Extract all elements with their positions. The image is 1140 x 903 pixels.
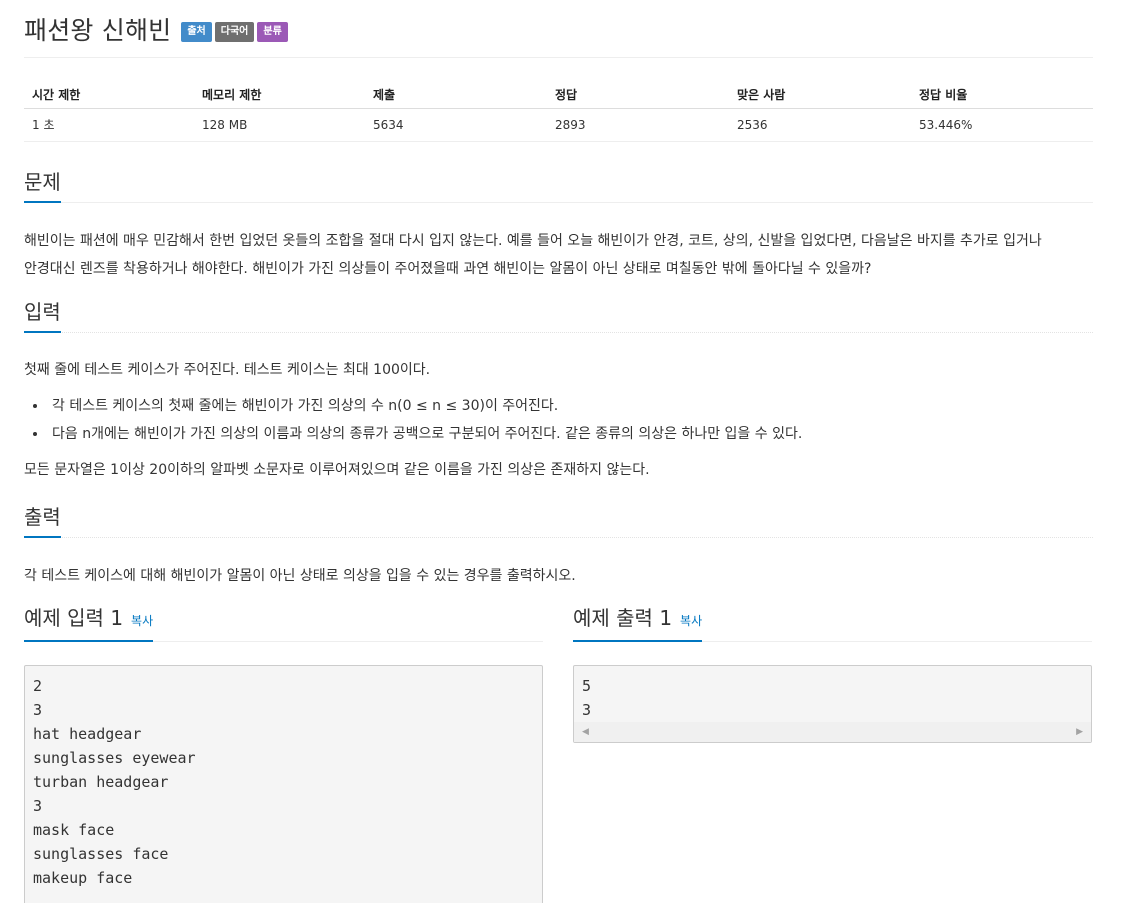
header-memory-limit: 메모리 제한 (194, 82, 365, 109)
problem-description: 해빈이는 패션에 매우 민감해서 한번 입었던 옷들의 조합을 절대 다시 입지… (24, 227, 1093, 283)
value-solved-users[interactable]: 2536 (729, 108, 911, 142)
section-output-title: 출력 (24, 504, 61, 538)
sample-input-box[interactable]: 2 3 hat headgear sunglasses eyewear turb… (24, 664, 543, 903)
input-intro: 첫째 줄에 테스트 케이스가 주어진다. 테스트 케이스는 최대 100이다. (24, 361, 431, 378)
value-accepted[interactable]: 2893 (547, 108, 729, 142)
sample-input-column: 예제 입력 1 복사 2 3 hat headgear sunglasses e… (24, 602, 543, 903)
label-category[interactable]: 분류 (257, 21, 288, 42)
header-solved-users: 맞은 사람 (729, 82, 911, 109)
sample-input-header: 예제 입력 1 복사 (24, 602, 543, 642)
label-source[interactable]: 출처 (181, 21, 212, 42)
header-accepted: 정답 (547, 82, 729, 109)
sample-output-header: 예제 출력 1 복사 (573, 602, 1092, 642)
value-accept-ratio: 53.446% (911, 108, 1093, 142)
info-header-row: 시간 제한 메모리 제한 제출 정답 맞은 사람 정답 비율 (24, 82, 1093, 109)
header-time-limit: 시간 제한 (24, 82, 194, 109)
problem-header: 패션왕 신해빈 출처 다국어 분류 (24, 0, 1093, 58)
horizontal-scrollbar[interactable]: ◀ ▶ (574, 721, 1091, 742)
section-problem-title: 문제 (24, 169, 61, 203)
input-outro: 모든 문자열은 1이상 20이하의 알파벳 소문자로 이루어져있으며 같은 이름… (24, 461, 650, 478)
scroll-right-icon[interactable]: ▶ (1076, 727, 1083, 737)
section-problem-header: 문제 (24, 163, 1093, 203)
scroll-left-icon[interactable]: ◀ (582, 727, 589, 737)
value-time-limit: 1 초 (24, 108, 194, 142)
section-input-header: 입력 (24, 293, 1093, 333)
header-submissions: 제출 (365, 82, 547, 109)
list-item: 다음 n개에는 해빈이가 가진 의상의 이름과 의상의 종류가 공백으로 구분되… (48, 420, 1093, 448)
sample-output-content: 5 3 (574, 665, 1091, 722)
copy-sample-output-button[interactable]: 복사 (680, 608, 702, 634)
problem-page: 패션왕 신해빈 출처 다국어 분류 시간 제한 메모리 제한 제출 정답 맞은 … (0, 0, 1140, 903)
section-output-header: 출력 (24, 498, 1093, 538)
label-multilang[interactable]: 다국어 (214, 21, 255, 42)
copy-sample-input-button[interactable]: 복사 (131, 608, 153, 634)
problem-info-table: 시간 제한 메모리 제한 제출 정답 맞은 사람 정답 비율 1 초 128 M… (24, 82, 1093, 142)
sample-output-column: 예제 출력 1 복사 5 3 ◀ ▶ (573, 602, 1092, 903)
problem-labels: 출처 다국어 분류 (181, 21, 288, 42)
problem-description-line: 해빈이는 패션에 매우 민감해서 한번 입었던 옷들의 조합을 절대 다시 입지… (24, 232, 1042, 249)
section-input-title: 입력 (24, 299, 61, 333)
value-memory-limit: 128 MB (194, 108, 365, 142)
input-bullet-list: 각 테스트 케이스의 첫째 줄에는 해빈이가 가진 의상의 수 n(0 ≤ n … (48, 392, 1093, 448)
sample-output-title: 예제 출력 1 (573, 605, 673, 630)
info-value-row: 1 초 128 MB 5634 2893 2536 53.446% (24, 108, 1093, 142)
sample-output-box[interactable]: 5 3 ◀ ▶ (573, 664, 1092, 743)
output-description: 각 테스트 케이스에 대해 해빈이가 알몸이 아닌 상태로 의상을 입을 수 있… (24, 567, 576, 584)
value-submissions[interactable]: 5634 (365, 108, 547, 142)
sample-input-title: 예제 입력 1 (24, 605, 124, 630)
samples-row: 예제 입력 1 복사 2 3 hat headgear sunglasses e… (24, 602, 1093, 903)
list-item: 각 테스트 케이스의 첫째 줄에는 해빈이가 가진 의상의 수 n(0 ≤ n … (48, 392, 1093, 420)
problem-title: 패션왕 신해빈 (24, 15, 172, 45)
header-accept-ratio: 정답 비율 (911, 82, 1093, 109)
problem-description-line: 안경대신 렌즈를 착용하거나 해야한다. 해빈이가 가진 의상들이 주어졌을때 … (24, 260, 872, 277)
